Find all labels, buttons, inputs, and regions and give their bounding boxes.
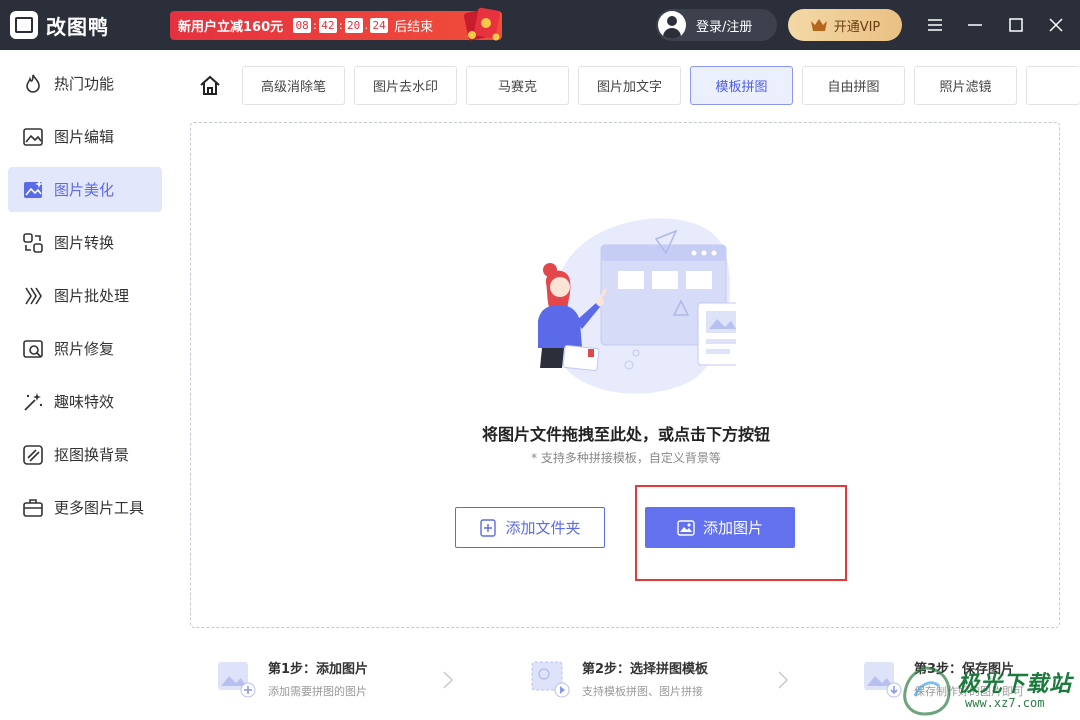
sidebar-item-label: 图片编辑 bbox=[54, 128, 115, 146]
drop-subtitle: * 支持多种拼接模板，自定义背景等 bbox=[531, 451, 721, 465]
step-2: 第2步：选择拼图模板 支持模板拼图、图片拼接 bbox=[530, 658, 708, 702]
sidebar-item-label: 图片美化 bbox=[54, 181, 115, 199]
sidebar-item-convert[interactable]: 图片转换 bbox=[8, 220, 162, 265]
home-icon[interactable] bbox=[198, 74, 222, 98]
sidebar-item-label: 图片批处理 bbox=[54, 287, 130, 305]
photo-repair-icon bbox=[23, 339, 43, 358]
red-packet-icon bbox=[463, 7, 500, 41]
template-step-icon bbox=[531, 661, 570, 698]
magic-wand-icon bbox=[24, 392, 43, 411]
highlight-box bbox=[635, 485, 847, 581]
tab-template-collage[interactable]: 模板拼图 bbox=[690, 66, 793, 105]
chevron-right-icon bbox=[443, 671, 454, 689]
sidebar-item-batch[interactable]: 图片批处理 bbox=[8, 273, 162, 318]
promo-text: 新用户立减160元 bbox=[178, 20, 284, 35]
vip-label: 开通VIP bbox=[833, 19, 881, 35]
drop-title: 将图片文件拖拽至此处，或点击下方按钮 bbox=[481, 425, 770, 444]
promo-banner[interactable]: 新用户立减160元 08 : 42 : 20 . 24 后结束 bbox=[170, 7, 502, 41]
step-title: 第2步：选择拼图模板 bbox=[582, 662, 709, 677]
timer-hours: 08 bbox=[293, 18, 312, 33]
app-logo-icon bbox=[10, 11, 38, 39]
avatar bbox=[658, 11, 686, 39]
sidebar-item-beautify[interactable]: 图片美化 bbox=[8, 167, 162, 212]
maximize-icon[interactable] bbox=[1003, 12, 1029, 38]
fire-icon bbox=[26, 74, 40, 93]
tab-overflow[interactable] bbox=[1026, 66, 1080, 105]
upload-illustration bbox=[538, 218, 736, 394]
sidebar-item-cutout[interactable]: 抠图换背景 bbox=[8, 432, 162, 477]
tab-mosaic[interactable]: 马赛克 bbox=[466, 66, 569, 105]
timer-separator: : bbox=[313, 19, 317, 32]
convert-icon bbox=[23, 232, 43, 253]
sidebar-item-label: 抠图换背景 bbox=[54, 446, 130, 464]
watermark-url: www.xz7.com bbox=[965, 696, 1045, 710]
add-image-step-icon bbox=[218, 662, 256, 698]
login-button[interactable]: 登录/注册 bbox=[656, 9, 777, 41]
batch-icon bbox=[25, 287, 42, 304]
tab-remove-watermark[interactable]: 图片去水印 bbox=[354, 66, 457, 105]
close-icon[interactable] bbox=[1043, 12, 1069, 38]
chevron-right-icon bbox=[778, 671, 789, 689]
main-panel: 高级消除笔 图片去水印 马赛克 图片加文字 模板拼图 自由拼图 照片滤镜 将图片… bbox=[170, 50, 1080, 720]
sidebar-item-label: 趣味特效 bbox=[54, 393, 115, 411]
promo-end-text: 后结束 bbox=[394, 20, 434, 35]
login-label: 登录/注册 bbox=[696, 19, 753, 35]
drop-zone[interactable]: 将图片文件拖拽至此处，或点击下方按钮 * 支持多种拼接模板，自定义背景等 添加文… bbox=[190, 122, 1060, 628]
step-desc: 支持模板拼图、图片拼接 bbox=[582, 685, 703, 698]
sidebar-item-edit[interactable]: 图片编辑 bbox=[8, 114, 162, 159]
tab-eraser[interactable]: 高级消除笔 bbox=[242, 66, 345, 105]
tab-free-collage[interactable]: 自由拼图 bbox=[802, 66, 905, 105]
timer-minutes: 42 bbox=[318, 18, 337, 33]
site-watermark: 极光下载站 www.xz7.com bbox=[895, 662, 1080, 720]
timer-separator: . bbox=[364, 19, 369, 32]
crown-icon bbox=[810, 19, 827, 31]
sidebar-item-label: 热门功能 bbox=[54, 75, 115, 93]
sidebar-item-label: 照片修复 bbox=[54, 340, 115, 358]
menu-icon[interactable] bbox=[922, 12, 948, 38]
sidebar-item-hot[interactable]: 热门功能 bbox=[8, 61, 162, 106]
minimize-icon[interactable] bbox=[962, 12, 988, 38]
cutout-icon bbox=[23, 444, 43, 465]
watermark-logo-icon bbox=[903, 666, 951, 716]
sidebar-item-more-tools[interactable]: 更多图片工具 bbox=[8, 485, 162, 530]
sidebar-item-effects[interactable]: 趣味特效 bbox=[8, 379, 162, 424]
image-beautify-icon bbox=[24, 179, 43, 198]
add-folder-button[interactable]: 添加文件夹 bbox=[455, 507, 605, 548]
sidebar-item-repair[interactable]: 照片修复 bbox=[8, 326, 162, 371]
add-folder-label: 添加文件夹 bbox=[505, 519, 581, 537]
image-edit-icon bbox=[23, 127, 43, 146]
tab-add-text[interactable]: 图片加文字 bbox=[578, 66, 681, 105]
step-desc: 添加需要拼图的图片 bbox=[268, 685, 367, 698]
timer-seconds: 20 bbox=[344, 18, 363, 33]
sidebar-item-label: 图片转换 bbox=[54, 234, 115, 252]
toolbox-icon bbox=[23, 498, 43, 517]
watermark-text: 极光下载站 bbox=[957, 672, 1073, 697]
title-bar: 改图鸭 新用户立减160元 08 : 42 : 20 . 24 后结束 登录/注… bbox=[0, 0, 1080, 50]
step-1: 第1步：添加图片 添加需要拼图的图片 bbox=[216, 658, 368, 702]
app-title: 改图鸭 bbox=[46, 15, 109, 39]
tab-photo-filter[interactable]: 照片滤镜 bbox=[914, 66, 1017, 105]
sidebar-item-label: 更多图片工具 bbox=[54, 499, 145, 517]
step-title: 第1步：添加图片 bbox=[268, 662, 369, 677]
timer-centiseconds: 24 bbox=[370, 18, 389, 33]
timer-separator: : bbox=[338, 19, 343, 32]
add-file-icon bbox=[480, 518, 497, 537]
vip-button[interactable]: 开通VIP bbox=[788, 9, 902, 41]
sidebar: 热门功能 图片编辑 图片美化 图片转换 图片批处理 照片修复 趣味特效 抠图换背… bbox=[0, 50, 170, 720]
